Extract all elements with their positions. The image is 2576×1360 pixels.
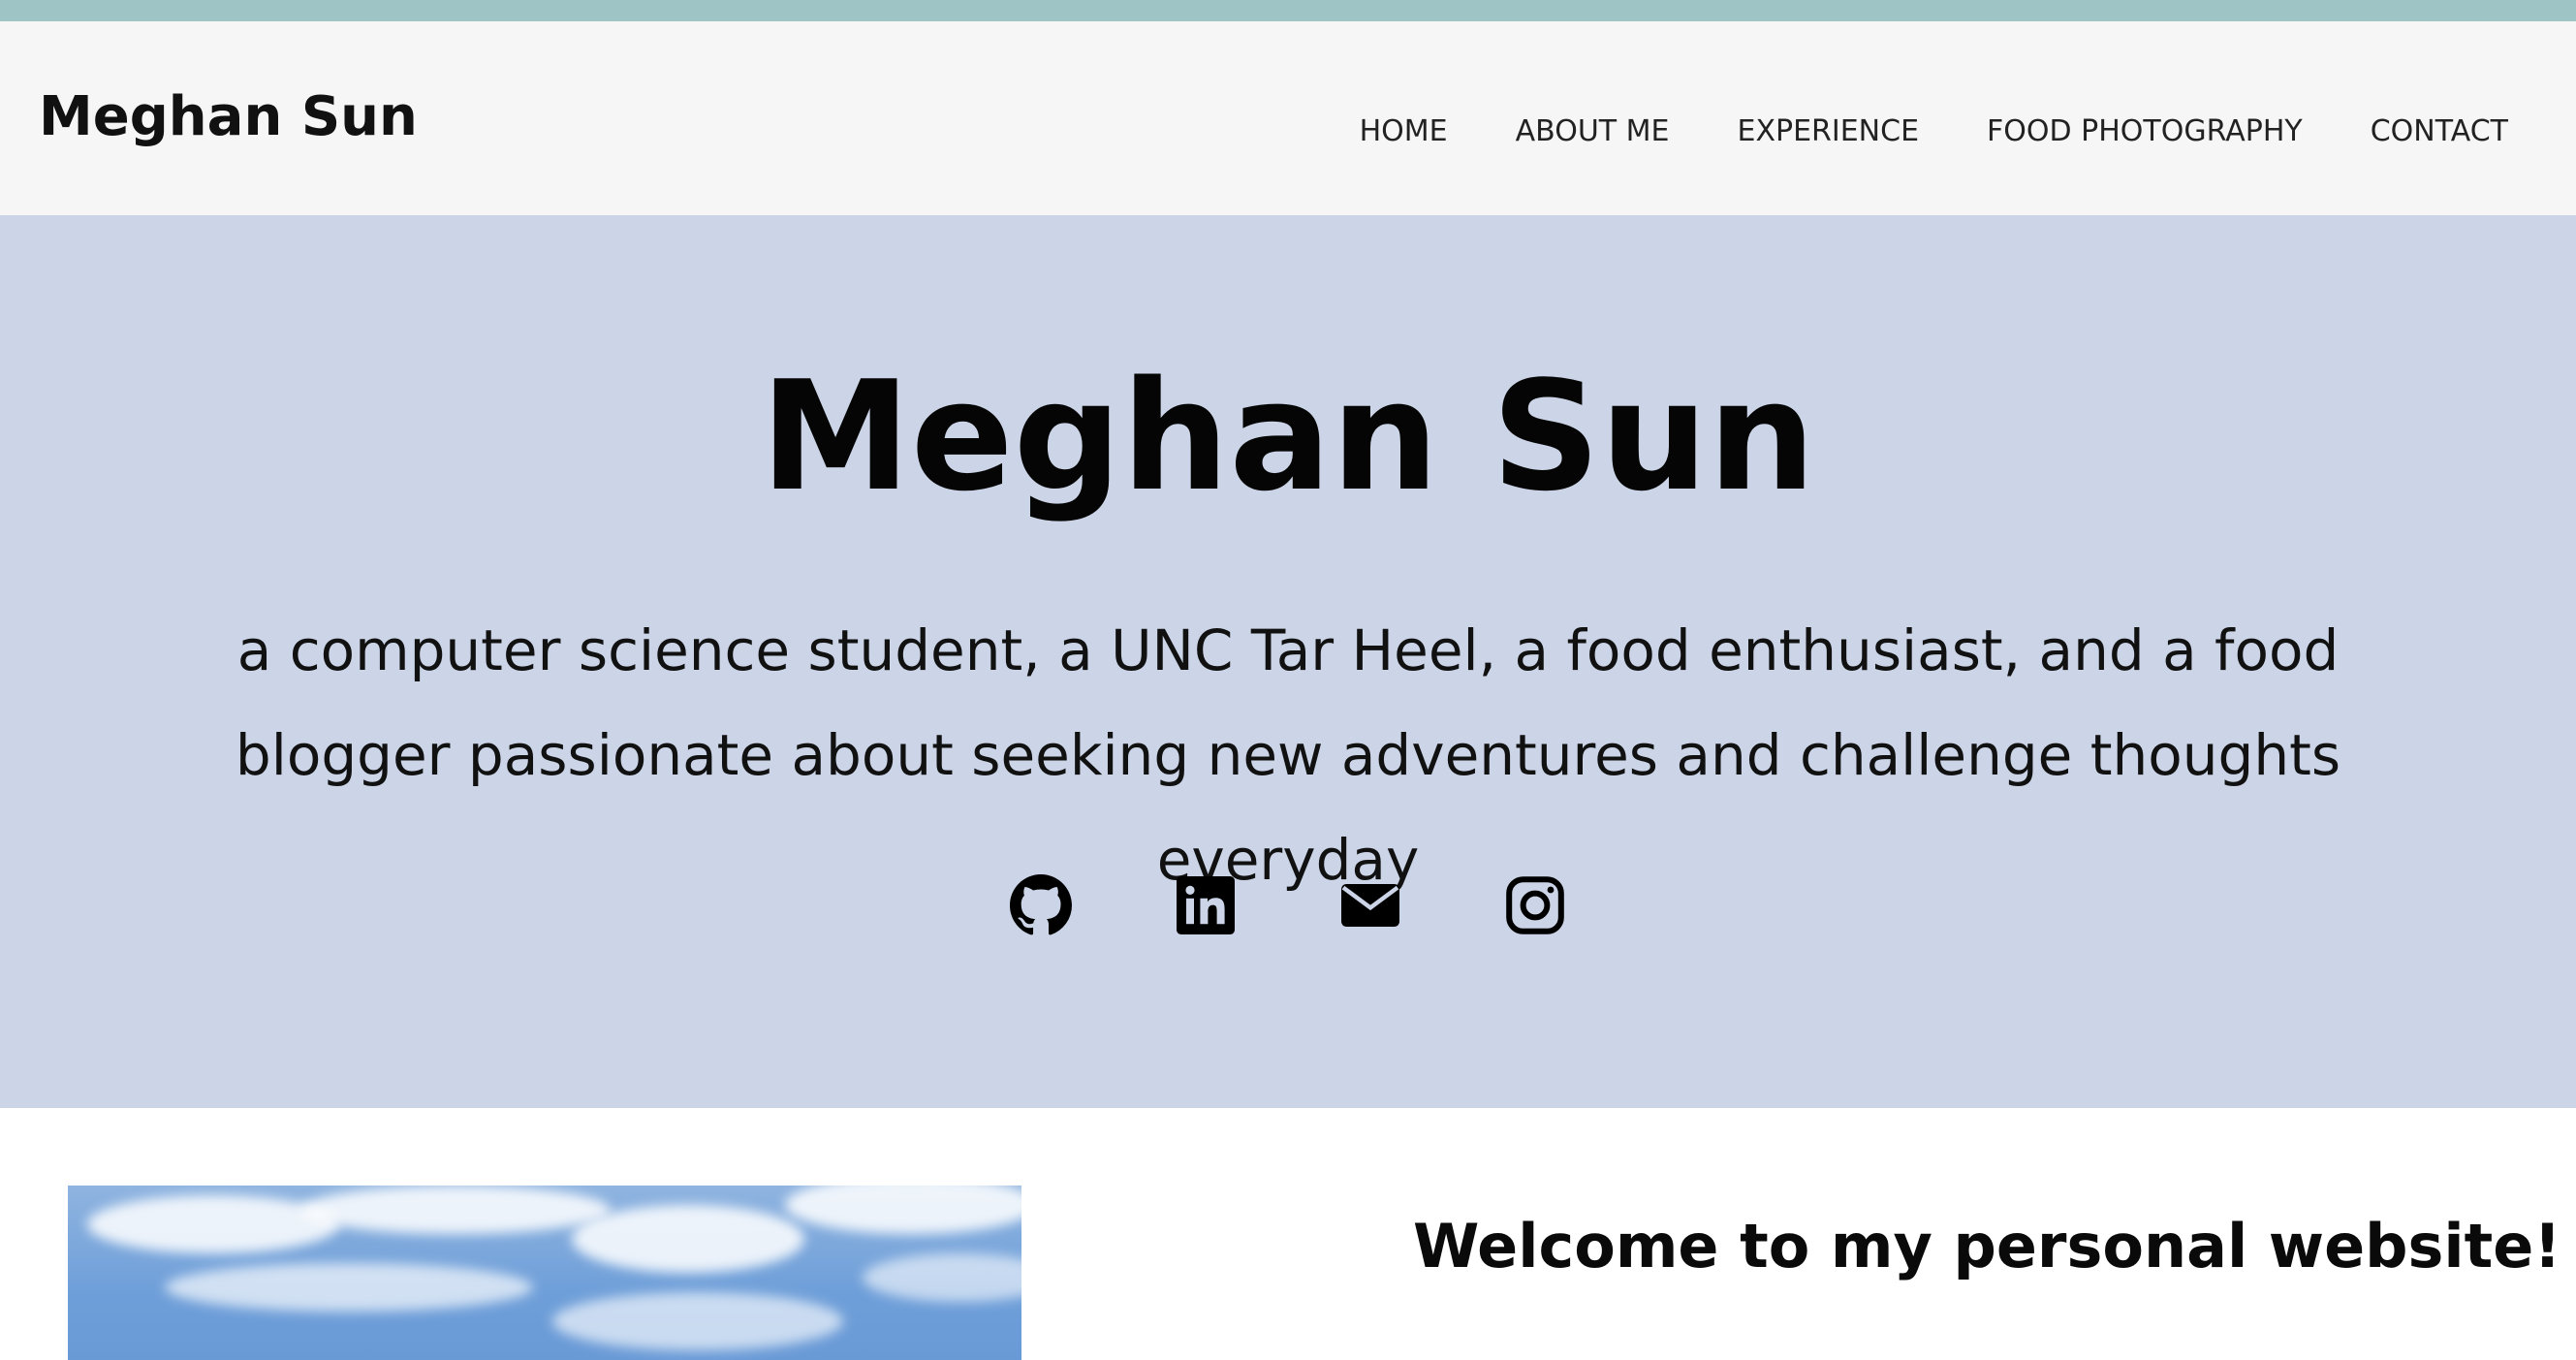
nav-experience-link[interactable]: EXPERIENCE (1737, 114, 1919, 148)
welcome-section: Welcome to my personal website! (0, 1108, 2576, 1360)
github-icon (1010, 874, 1072, 936)
sky-photo (68, 1186, 1021, 1360)
nav-food-photography-link[interactable]: FOOD PHOTOGRAPHY (1987, 114, 2303, 148)
hero-section: Meghan Sun a computer science student, a… (0, 215, 2576, 1108)
nav-home-link[interactable]: HOME (1360, 114, 1448, 148)
linkedin-link[interactable] (1175, 874, 1237, 936)
nav-menu: HOME ABOUT ME EXPERIENCE FOOD PHOTOGRAPH… (1360, 114, 2508, 148)
email-link[interactable] (1339, 874, 1401, 936)
github-link[interactable] (1010, 874, 1072, 936)
nav-about-link[interactable]: ABOUT ME (1516, 114, 1670, 148)
site-brand[interactable]: Meghan Sun (39, 85, 418, 148)
nav-contact-link[interactable]: CONTACT (2371, 114, 2508, 148)
hero-tagline: a computer science student, a UNC Tar He… (235, 617, 2341, 893)
welcome-heading: Welcome to my personal website! (1413, 1211, 2561, 1281)
instagram-link[interactable] (1504, 874, 1566, 936)
social-links (0, 874, 2576, 936)
linkedin-icon (1175, 874, 1237, 936)
email-icon (1339, 874, 1401, 936)
instagram-icon (1504, 874, 1566, 936)
top-accent-stripe (0, 0, 2576, 21)
navbar: Meghan Sun HOME ABOUT ME EXPERIENCE FOOD… (0, 21, 2576, 215)
hero-title: Meghan Sun (760, 348, 1816, 524)
